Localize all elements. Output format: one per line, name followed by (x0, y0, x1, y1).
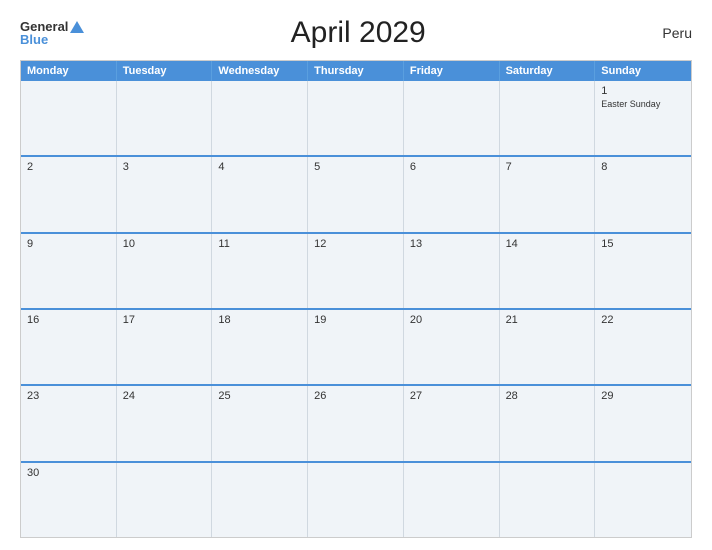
cal-cell: 17 (117, 310, 213, 384)
calendar-week-5: 23 24 25 26 27 28 29 (21, 384, 691, 460)
cal-cell (500, 463, 596, 537)
cal-cell: 10 (117, 234, 213, 308)
day-number: 9 (27, 238, 110, 250)
cal-cell: 11 (212, 234, 308, 308)
cal-cell: 22 (595, 310, 691, 384)
calendar-week-1: 1 Easter Sunday (21, 81, 691, 155)
day-number: 27 (410, 390, 493, 402)
day-number: 28 (506, 390, 589, 402)
cal-cell (117, 463, 213, 537)
cal-cell: 21 (500, 310, 596, 384)
cal-cell: 28 (500, 386, 596, 460)
calendar-week-2: 2345678 (21, 155, 691, 231)
cal-cell: 14 (500, 234, 596, 308)
cal-cell: 8 (595, 157, 691, 231)
calendar-week-3: 9 10 11 12 13 14 15 (21, 232, 691, 308)
page-header: General Blue April 2029 Peru (20, 16, 692, 50)
day-number: 17 (123, 314, 206, 326)
logo-triangle-icon (70, 21, 84, 33)
logo: General Blue (20, 20, 84, 46)
day-number: 1 (601, 85, 685, 97)
day-number: 25 (218, 390, 301, 402)
cal-cell (117, 81, 213, 155)
page-title: April 2029 (84, 16, 632, 50)
day-number: 7 (506, 161, 589, 173)
header-day-sunday: Sunday (595, 61, 691, 81)
country-label: Peru (632, 25, 692, 41)
cal-cell: 1 Easter Sunday (595, 81, 691, 155)
day-number: 29 (601, 390, 685, 402)
day-number: 2 (27, 161, 110, 173)
cal-cell (212, 463, 308, 537)
day-number: 10 (123, 238, 206, 250)
cal-cell (404, 81, 500, 155)
calendar-grid: MondayTuesdayWednesdayThursdayFridaySatu… (20, 60, 692, 538)
cal-cell: 19 (308, 310, 404, 384)
header-day-friday: Friday (404, 61, 500, 81)
header-day-tuesday: Tuesday (117, 61, 213, 81)
cal-cell: 16 (21, 310, 117, 384)
cal-cell (21, 81, 117, 155)
day-number: 22 (601, 314, 685, 326)
day-number: 30 (27, 467, 110, 479)
cal-cell: 18 (212, 310, 308, 384)
day-number: 16 (27, 314, 110, 326)
calendar-event: Easter Sunday (601, 99, 685, 109)
day-number: 6 (410, 161, 493, 173)
day-number: 23 (27, 390, 110, 402)
cal-cell (212, 81, 308, 155)
cal-cell: 13 (404, 234, 500, 308)
cal-cell: 26 (308, 386, 404, 460)
day-number: 24 (123, 390, 206, 402)
header-day-wednesday: Wednesday (212, 61, 308, 81)
day-number: 21 (506, 314, 589, 326)
day-number: 14 (506, 238, 589, 250)
cal-cell (308, 463, 404, 537)
cal-cell: 12 (308, 234, 404, 308)
day-number: 3 (123, 161, 206, 173)
calendar-page: General Blue April 2029 Peru MondayTuesd… (0, 0, 712, 550)
day-number: 4 (218, 161, 301, 173)
cal-cell: 30 (21, 463, 117, 537)
header-day-thursday: Thursday (308, 61, 404, 81)
day-number: 5 (314, 161, 397, 173)
calendar-header-row: MondayTuesdayWednesdayThursdayFridaySatu… (21, 61, 691, 81)
day-number: 20 (410, 314, 493, 326)
calendar-weeks: 1Easter Sunday23456789101112131415161718… (21, 81, 691, 537)
calendar-week-6: 30 (21, 461, 691, 537)
cal-cell: 9 (21, 234, 117, 308)
day-number: 8 (601, 161, 685, 173)
day-number: 26 (314, 390, 397, 402)
day-number: 12 (314, 238, 397, 250)
cal-cell: 27 (404, 386, 500, 460)
cal-cell: 15 (595, 234, 691, 308)
cal-cell: 3 (117, 157, 213, 231)
logo-blue-text: Blue (20, 33, 48, 46)
cal-cell: 24 (117, 386, 213, 460)
day-number: 13 (410, 238, 493, 250)
header-day-saturday: Saturday (500, 61, 596, 81)
cal-cell: 20 (404, 310, 500, 384)
cal-cell: 7 (500, 157, 596, 231)
calendar-week-4: 16 17 18 19 20 21 22 (21, 308, 691, 384)
cal-cell: 5 (308, 157, 404, 231)
day-number: 18 (218, 314, 301, 326)
cal-cell: 25 (212, 386, 308, 460)
header-day-monday: Monday (21, 61, 117, 81)
cal-cell (308, 81, 404, 155)
day-number: 19 (314, 314, 397, 326)
cal-cell: 29 (595, 386, 691, 460)
day-number: 11 (218, 238, 301, 250)
cal-cell: 4 (212, 157, 308, 231)
cal-cell (595, 463, 691, 537)
cal-cell (404, 463, 500, 537)
cal-cell (500, 81, 596, 155)
cal-cell: 23 (21, 386, 117, 460)
day-number: 15 (601, 238, 685, 250)
cal-cell: 2 (21, 157, 117, 231)
cal-cell: 6 (404, 157, 500, 231)
